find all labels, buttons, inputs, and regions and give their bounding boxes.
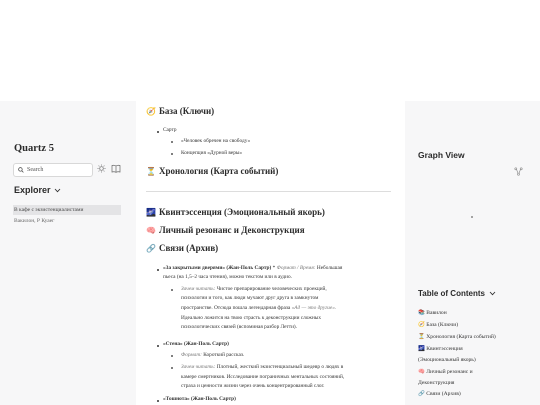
search-icon	[18, 167, 24, 173]
bullet	[157, 269, 159, 271]
brain-icon: 🧠	[418, 369, 425, 375]
text-line: психологии и того, как люди мучают друг …	[181, 295, 319, 301]
toc-title: Table of Contents	[418, 289, 485, 298]
chevron-down-icon	[54, 188, 60, 192]
compass-icon: 🧭	[146, 106, 156, 116]
text-line: страха и ценности жизни через очень конц…	[181, 383, 325, 389]
toc-item[interactable]: 🔗 Связи (Архив)	[418, 391, 461, 397]
why-label: Зачем читать:	[181, 364, 216, 370]
text-line: Идеально ложится на твою страсть к декон…	[181, 315, 322, 321]
quote: «Ад — это другие».	[291, 305, 337, 311]
toc-toggle[interactable]: Table of Contents	[418, 289, 496, 298]
right-sidebar: Graph View Table of Contents 📚 Вавилон 🧭…	[405, 101, 540, 405]
text-line: Зачем читать: Чистое препарирование чело…	[181, 286, 327, 292]
heading-chronology: ⏳ Хронология (Карта событий)	[146, 166, 279, 176]
text-line: камере смертников. Исследование погранич…	[181, 374, 345, 380]
separator: *	[272, 265, 276, 271]
hourglass-icon: ⏳	[418, 334, 425, 340]
book-icon[interactable]	[111, 164, 121, 173]
bullet	[171, 153, 173, 155]
text-line: пьеса (на 1,5–2 часа чтения), можно текс…	[163, 274, 292, 280]
main-content: 🧭 База (Ключи) Сартр «Человек обречен на…	[136, 101, 405, 405]
toc-item-continued[interactable]: (Эмоциональный якорь)	[418, 357, 476, 363]
hourglass-icon: ⏳	[146, 166, 156, 176]
toc-item[interactable]: 🧭 База (Ключи)	[418, 322, 458, 328]
graph-view-title: Graph View	[418, 150, 465, 160]
explorer-label: Explorer	[14, 185, 51, 195]
link-icon: 🔗	[146, 243, 156, 253]
explorer-item[interactable]: Вакилон, Р Куаег	[14, 218, 54, 224]
graph-node[interactable]	[471, 216, 473, 218]
bullet	[157, 345, 159, 347]
graph-expand-icon[interactable]	[514, 167, 523, 176]
galaxy-icon: 🌌	[418, 346, 425, 352]
chevron-down-icon	[489, 291, 496, 296]
list-item: «Стена» (Жан-Поль Сартр)	[163, 341, 229, 348]
heading-resonance: 🧠 Личный резонанс и Деконструкция	[146, 225, 305, 235]
list-item: «Человек обречен на свободу»	[181, 138, 251, 144]
left-sidebar: Quartz 5 Search Explorer В кафе с экзист…	[0, 101, 136, 405]
explorer-toggle[interactable]: Explorer	[14, 185, 61, 195]
text-line: пространстве. Отсюда пошла легендарная ф…	[181, 305, 337, 311]
book-title: «Тошнота» (Жан-Поль Сартр)	[163, 396, 236, 402]
search-placeholder: Search	[27, 167, 44, 173]
list-item: «За закрытыми дверями» (Жан-Поль Сартр) …	[163, 265, 342, 272]
toc-item[interactable]: ⏳ Хронология (Карта событий)	[418, 334, 496, 340]
bullet	[157, 131, 159, 133]
bullet	[171, 355, 173, 357]
sun-icon[interactable]	[97, 164, 106, 173]
text-line: Зачем читать: Плотный, жесткий экзистенц…	[181, 364, 344, 370]
bullet	[171, 141, 173, 143]
bullet	[171, 289, 173, 291]
top-blank-area	[0, 0, 540, 101]
search-input[interactable]: Search	[13, 163, 93, 177]
books-icon: 📚	[418, 310, 425, 316]
bullet	[157, 400, 159, 402]
text-line: психологических связей (вспоминая разбор…	[181, 324, 298, 330]
galaxy-icon: 🌌	[146, 207, 156, 217]
list-item: Сартр	[163, 127, 177, 133]
text-line: Формат: Короткий рассказ.	[181, 352, 245, 358]
divider	[146, 191, 391, 192]
book-title: «Стена» (Жан-Поль Сартр)	[163, 341, 229, 347]
toc-item-continued[interactable]: Деконструкция	[418, 380, 454, 386]
list-item: Концепция «Дурной веры»	[181, 150, 243, 156]
link-icon: 🔗	[418, 391, 425, 397]
heading-base: 🧭 База (Ключи)	[146, 106, 215, 116]
bullet	[171, 367, 173, 369]
toc-item[interactable]: 📚 Вавилон	[418, 310, 447, 316]
meta-label: Формат / Время:	[276, 265, 316, 271]
compass-icon: 🧭	[418, 322, 425, 328]
why-label: Зачем читать:	[181, 286, 216, 292]
meta-value: Небольшая	[316, 265, 343, 271]
format-label: Формат:	[181, 352, 202, 358]
list-item: «Тошнота» (Жан-Поль Сартр)	[163, 396, 236, 403]
heading-quintessence: 🌌 Квинтэссенция (Эмоциональный якорь)	[146, 207, 325, 217]
explorer-item[interactable]: В кафе с экзистенциалистами	[13, 205, 121, 215]
book-title: «За закрытыми дверями» (Жан-Поль Сартр)	[163, 265, 272, 271]
brain-icon: 🧠	[146, 225, 156, 235]
toc-item[interactable]: 🌌 Квинтэссенция	[418, 346, 463, 352]
toc-item[interactable]: 🧠 Личный резонанс и	[418, 369, 473, 375]
heading-links: 🔗 Связи (Архив)	[146, 243, 219, 253]
site-title[interactable]: Quartz 5	[14, 143, 54, 154]
